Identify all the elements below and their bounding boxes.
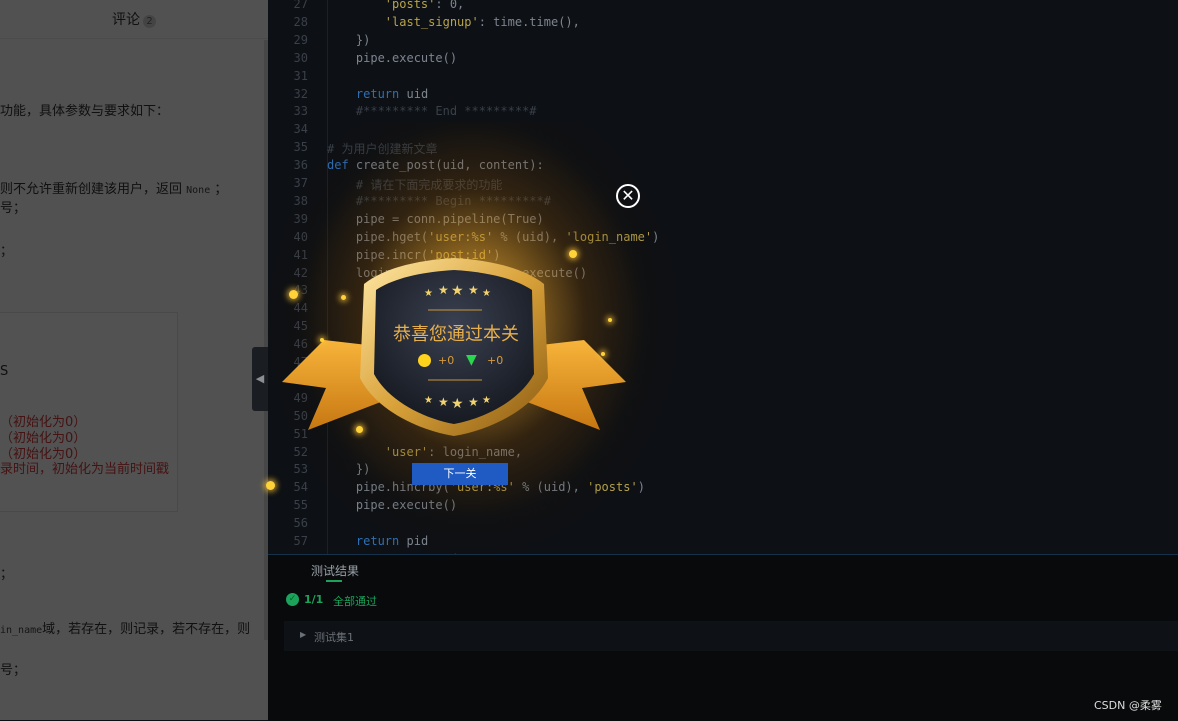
- line-number: 31: [293, 68, 308, 83]
- tab-test-results[interactable]: 测试结果: [311, 562, 359, 579]
- gem-reward: +0: [487, 354, 504, 367]
- code-line[interactable]: }): [327, 33, 370, 47]
- next-level-button[interactable]: 下一关: [412, 463, 508, 485]
- coin-reward: +0: [438, 354, 455, 367]
- active-tab-indicator: [326, 580, 342, 582]
- svg-text:★: ★: [438, 395, 449, 409]
- svg-text:★: ★: [451, 283, 464, 299]
- sparkle: [341, 295, 346, 300]
- code-line[interactable]: 'posts': 0,: [327, 0, 464, 11]
- svg-text:★: ★: [468, 283, 479, 297]
- line-number: 32: [293, 86, 308, 101]
- svg-text:★: ★: [451, 396, 464, 412]
- medal-badge: ★ ★ ★ ★ ★ ★ ★ ★ ★ ★: [282, 258, 626, 436]
- code-line[interactable]: pipe.execute(): [327, 51, 457, 65]
- modal-overlay-left: [0, 0, 268, 720]
- coin-icon: [418, 354, 431, 367]
- svg-text:★: ★: [438, 283, 449, 297]
- line-number: 28: [293, 14, 308, 29]
- code-line[interactable]: return uid: [327, 87, 428, 101]
- sparkle: [569, 250, 577, 258]
- gem-icon: ▼: [466, 352, 477, 368]
- test-suite-row[interactable]: [284, 621, 1178, 651]
- sparkle: [266, 481, 275, 490]
- sparkle: [289, 290, 298, 299]
- svg-text:★: ★: [482, 395, 491, 406]
- line-number: 30: [293, 50, 308, 65]
- congratulations-title: 恭喜您通过本关: [393, 324, 519, 345]
- close-icon[interactable]: ✕: [616, 184, 640, 208]
- code-line[interactable]: 'last_signup': time.time(),: [327, 15, 580, 29]
- svg-text:★: ★: [424, 288, 433, 299]
- svg-text:★: ★: [482, 288, 491, 299]
- sparkle: [608, 318, 612, 322]
- watermark: CSDN @柔雾: [1094, 699, 1162, 712]
- svg-text:★: ★: [424, 395, 433, 406]
- expand-arrow-icon[interactable]: ▶: [300, 630, 306, 639]
- sparkle: [601, 352, 605, 356]
- line-number: 27: [293, 0, 308, 11]
- sparkle: [320, 338, 324, 342]
- check-circle-icon: ✓: [286, 593, 299, 606]
- line-number: 29: [293, 32, 308, 47]
- pass-status-text: 全部通过: [333, 595, 377, 608]
- code-line[interactable]: #********* End *********#: [327, 104, 537, 118]
- test-suite-label: 测试集1: [314, 631, 354, 644]
- line-number: 33: [293, 104, 308, 119]
- pass-count: 1/1: [304, 593, 324, 606]
- svg-text:★: ★: [468, 395, 479, 409]
- sparkle: [356, 426, 363, 433]
